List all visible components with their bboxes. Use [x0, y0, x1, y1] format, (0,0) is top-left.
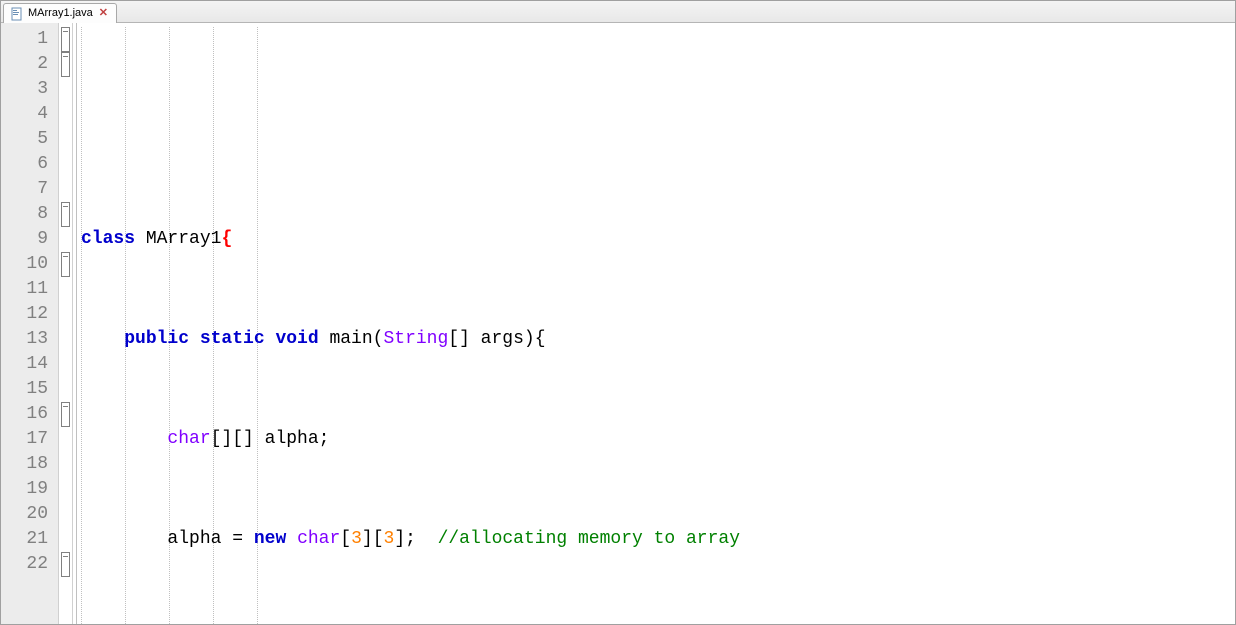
- fold-toggle-icon[interactable]: [61, 252, 70, 277]
- fold-cell: [59, 227, 72, 252]
- java-file-icon: [10, 7, 24, 21]
- line-number: 3: [1, 77, 58, 102]
- fold-toggle-icon[interactable]: [61, 27, 70, 52]
- line-number: 12: [1, 302, 58, 327]
- line-number: 7: [1, 177, 58, 202]
- fold-cell[interactable]: [59, 52, 72, 77]
- fold-cell: [59, 277, 72, 302]
- fold-cell: [59, 302, 72, 327]
- code-area[interactable]: class MArray1{ public static void main(S…: [77, 23, 1235, 624]
- fold-cell: [59, 327, 72, 352]
- fold-cell[interactable]: [59, 27, 72, 52]
- line-number: 6: [1, 152, 58, 177]
- line-number: 16: [1, 402, 58, 427]
- fold-cell: [59, 477, 72, 502]
- line-number: 11: [1, 277, 58, 302]
- line-number: 1: [1, 27, 58, 52]
- fold-cell: [59, 377, 72, 402]
- fold-cell[interactable]: [59, 402, 72, 427]
- fold-cell: [59, 427, 72, 452]
- fold-cell[interactable]: [59, 202, 72, 227]
- line-number: 13: [1, 327, 58, 352]
- editor-window: MArray1.java ✕ 1234567891011121314151617…: [0, 0, 1236, 625]
- fold-cell: [59, 77, 72, 102]
- line-number-gutter: 12345678910111213141516171819202122: [1, 23, 59, 624]
- line-number: 14: [1, 352, 58, 377]
- fold-toggle-icon[interactable]: [61, 52, 70, 77]
- line-number: 22: [1, 552, 58, 577]
- fold-cell[interactable]: [59, 552, 72, 577]
- line-number: 2: [1, 52, 58, 77]
- fold-cell: [59, 502, 72, 527]
- close-icon[interactable]: ✕: [97, 8, 110, 19]
- line-number: 8: [1, 202, 58, 227]
- line-number: 21: [1, 527, 58, 552]
- code-line[interactable]: char[][] alpha;: [81, 427, 1235, 452]
- line-number: 19: [1, 477, 58, 502]
- tab-bar: MArray1.java ✕: [1, 1, 1235, 23]
- line-number: 15: [1, 377, 58, 402]
- fold-toggle-icon[interactable]: [61, 202, 70, 227]
- fold-cell: [59, 452, 72, 477]
- code-line[interactable]: public static void main(String[] args){: [81, 327, 1235, 352]
- line-number: 10: [1, 252, 58, 277]
- fold-cell: [59, 352, 72, 377]
- code-editor[interactable]: 12345678910111213141516171819202122 clas…: [1, 23, 1235, 624]
- line-number: 5: [1, 127, 58, 152]
- fold-column: [59, 23, 73, 624]
- fold-cell: [59, 102, 72, 127]
- file-tab[interactable]: MArray1.java ✕: [3, 3, 117, 23]
- code-line[interactable]: class MArray1{: [81, 227, 1235, 252]
- line-number: 18: [1, 452, 58, 477]
- line-number: 20: [1, 502, 58, 527]
- fold-cell: [59, 177, 72, 202]
- line-number: 4: [1, 102, 58, 127]
- fold-toggle-icon[interactable]: [61, 402, 70, 427]
- line-number: 17: [1, 427, 58, 452]
- fold-cell: [59, 527, 72, 552]
- fold-cell[interactable]: [59, 252, 72, 277]
- fold-cell: [59, 127, 72, 152]
- line-number: 9: [1, 227, 58, 252]
- code-line[interactable]: alpha = new char[3][3]; //allocating mem…: [81, 527, 1235, 552]
- fold-cell: [59, 152, 72, 177]
- fold-toggle-icon[interactable]: [61, 552, 70, 577]
